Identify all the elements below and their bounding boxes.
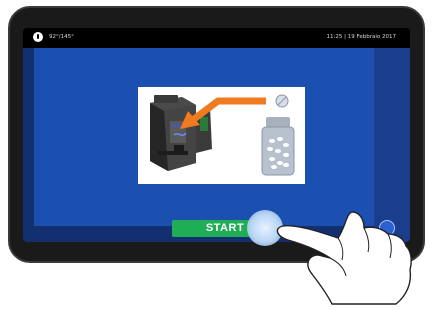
right-panel xyxy=(374,48,410,242)
touch-indicator xyxy=(247,210,283,246)
temperature-readout: 92°/145° xyxy=(49,34,74,40)
status-bar: 92°/145° 11:25 | 19 Febbraio 2017 xyxy=(23,28,410,48)
tablet-icon xyxy=(275,94,289,108)
date-time: 11:25 | 19 Febbraio 2017 xyxy=(326,34,396,40)
circle-button[interactable] xyxy=(379,220,395,236)
thermometer-icon xyxy=(33,32,43,42)
touch-screen: 92°/145° 11:25 | 19 Febbraio 2017 START xyxy=(23,28,410,242)
coffee-machine-icon xyxy=(150,95,212,171)
tablet-jar-icon xyxy=(261,117,295,176)
instruction-illustration xyxy=(138,87,305,184)
left-margin xyxy=(23,48,34,226)
